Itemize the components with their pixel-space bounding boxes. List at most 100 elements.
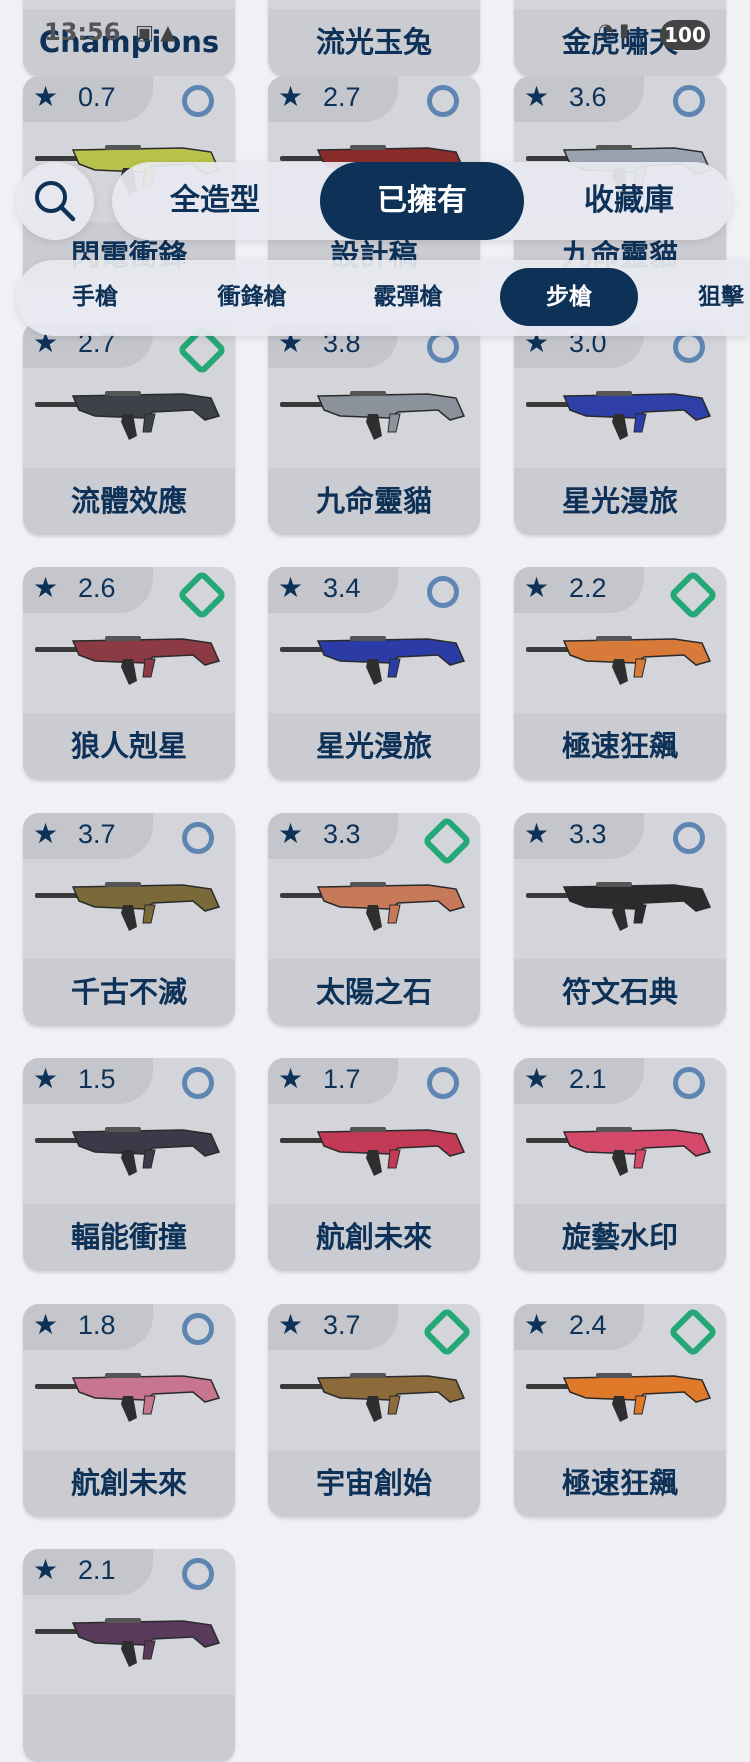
rating-badge: ★ 1.7 (268, 1058, 398, 1104)
rifle-icon (526, 1127, 712, 1176)
star-icon: ★ (278, 817, 304, 850)
tier-ring-icon (182, 1313, 214, 1345)
skin-name: 宇宙創始 (315, 1466, 432, 1500)
rifle-icon (526, 882, 712, 931)
skin-name: 太陽之石 (315, 975, 432, 1009)
star-icon: ★ (524, 1062, 550, 1095)
tier-ring-icon (673, 85, 705, 117)
tier-ring-icon (182, 1067, 214, 1099)
search-button[interactable] (16, 162, 94, 240)
rating-badge: ★ 2.6 (23, 567, 153, 613)
rifle-icon (280, 882, 466, 931)
rifle-icon (280, 636, 466, 685)
skin-card[interactable]: ★ 2.6 狼人剋星 (23, 567, 235, 780)
rating-badge: ★ 2.2 (514, 567, 644, 613)
skin-rating: 1.5 (78, 1064, 116, 1094)
skin-card[interactable]: 金虎嘯天 (514, 0, 726, 76)
skin-rating: 0.7 (78, 82, 116, 112)
rating-badge: ★ 2.1 (23, 1549, 153, 1595)
rating-badge: ★ 2.4 (514, 1304, 644, 1350)
skin-card[interactable]: ★ 1.7 航創未來 (268, 1058, 480, 1271)
rifle-icon (526, 636, 712, 685)
rifle-icon (280, 1373, 466, 1422)
skin-card[interactable]: ★ 2.1 (23, 1549, 235, 1762)
rating-badge: ★ 3.3 (268, 813, 398, 859)
skin-name: 狼人剋星 (70, 729, 187, 763)
tab-owned[interactable]: 已擁有 (320, 162, 524, 240)
rifle-icon (35, 882, 221, 931)
skin-rating: 3.7 (78, 819, 116, 849)
star-icon: ★ (33, 1553, 59, 1586)
weapon-category-bar: 手槍 衝鋒槍 霰彈槍 步槍 狙擊 (16, 260, 750, 336)
skin-rating: 3.4 (323, 573, 361, 603)
skin-rating: 3.3 (323, 819, 361, 849)
category-shotgun[interactable]: 霰彈槍 (342, 268, 474, 326)
skin-card[interactable]: 流光玉兔 (268, 0, 480, 76)
rifle-icon (35, 1127, 221, 1176)
rifle-icon (35, 1618, 221, 1667)
star-icon: ★ (33, 1308, 59, 1341)
skin-rating: 1.7 (323, 1064, 361, 1094)
skin-card[interactable]: ★ 3.4 星光漫旅 (268, 567, 480, 780)
rating-badge: ★ 3.7 (23, 813, 153, 859)
skin-name: 星光漫旅 (561, 484, 678, 518)
tier-ring-icon (182, 1558, 214, 1590)
skin-name: 星光漫旅 (315, 729, 432, 763)
category-rifle[interactable]: 步槍 (500, 268, 638, 326)
tab-all-skins[interactable]: 全造型 (112, 162, 318, 240)
category-pistol[interactable]: 手槍 (40, 268, 150, 326)
star-icon: ★ (33, 1062, 59, 1095)
skin-card[interactable]: ★ 3.7 千古不滅 (23, 813, 235, 1026)
skin-name: Champions 20 (38, 25, 220, 59)
category-sniper[interactable]: 狙擊 (666, 268, 750, 326)
tier-ring-icon (427, 85, 459, 117)
star-icon: ★ (278, 1062, 304, 1095)
tier-ring-icon (427, 1067, 459, 1099)
skin-rating: 3.6 (569, 82, 607, 112)
skin-name: 航創未來 (70, 1466, 187, 1500)
skin-card[interactable]: ★ 2.2 極速狂飆 (514, 567, 726, 780)
skin-rating: 2.1 (78, 1555, 116, 1585)
skin-rating: 2.1 (569, 1064, 607, 1094)
skin-name: 航創未來 (315, 1220, 432, 1254)
skin-name: 極速狂飆 (561, 729, 678, 763)
filter-toolbar: 全造型 已擁有 收藏庫 手槍 衝鋒槍 霰彈槍 步槍 狙擊 (0, 150, 750, 340)
rating-badge: ★ 1.8 (23, 1304, 153, 1350)
skin-card[interactable]: ★ 3.7 宇宙創始 (268, 1304, 480, 1517)
rifle-icon (35, 1373, 221, 1422)
rifle-icon (280, 391, 466, 440)
skin-name: 千古不滅 (70, 975, 187, 1009)
skin-card[interactable]: ★ 2.1 旋藝水印 (514, 1058, 726, 1271)
skin-name: 流光玉兔 (315, 25, 432, 59)
star-icon: ★ (524, 571, 550, 604)
skin-card[interactable]: ★ 1.5 輻能衝撞 (23, 1058, 235, 1271)
rating-badge: ★ 2.1 (514, 1058, 644, 1104)
skin-image-area (23, 0, 235, 9)
rating-badge: ★ 1.5 (23, 1058, 153, 1104)
star-icon: ★ (33, 817, 59, 850)
skin-card[interactable]: ★ 3.3 符文石典 (514, 813, 726, 1026)
skin-rating: 3.3 (569, 819, 607, 849)
skin-name: 符文石典 (561, 975, 678, 1009)
category-smg[interactable]: 衝鋒槍 (186, 268, 318, 326)
skin-card[interactable]: ★ 2.4 極速狂飆 (514, 1304, 726, 1517)
skin-card[interactable]: ★ 1.8 航創未來 (23, 1304, 235, 1517)
star-icon: ★ (33, 571, 59, 604)
star-icon: ★ (524, 80, 550, 113)
rifle-icon (35, 636, 221, 685)
skin-card[interactable]: ★ 3.8 九命靈貓 (268, 322, 480, 535)
skin-image-area (268, 0, 480, 9)
skin-card[interactable]: Champions 20 (23, 0, 235, 76)
tier-ring-icon (673, 1067, 705, 1099)
rating-badge: ★ 0.7 (23, 76, 153, 122)
skin-card[interactable]: ★ 3.3 太陽之石 (268, 813, 480, 1026)
skin-name: 旋藝水印 (561, 1220, 678, 1254)
skin-rating: 3.7 (323, 1310, 361, 1340)
skin-rating: 2.2 (569, 573, 607, 603)
tier-ring-icon (673, 822, 705, 854)
skin-rating: 2.6 (78, 573, 116, 603)
tab-collection[interactable]: 收藏庫 (526, 162, 732, 240)
skin-card[interactable]: ★ 2.7 流體效應 (23, 322, 235, 535)
skin-card[interactable]: ★ 3.0 星光漫旅 (514, 322, 726, 535)
skin-rating: 2.4 (569, 1310, 607, 1340)
